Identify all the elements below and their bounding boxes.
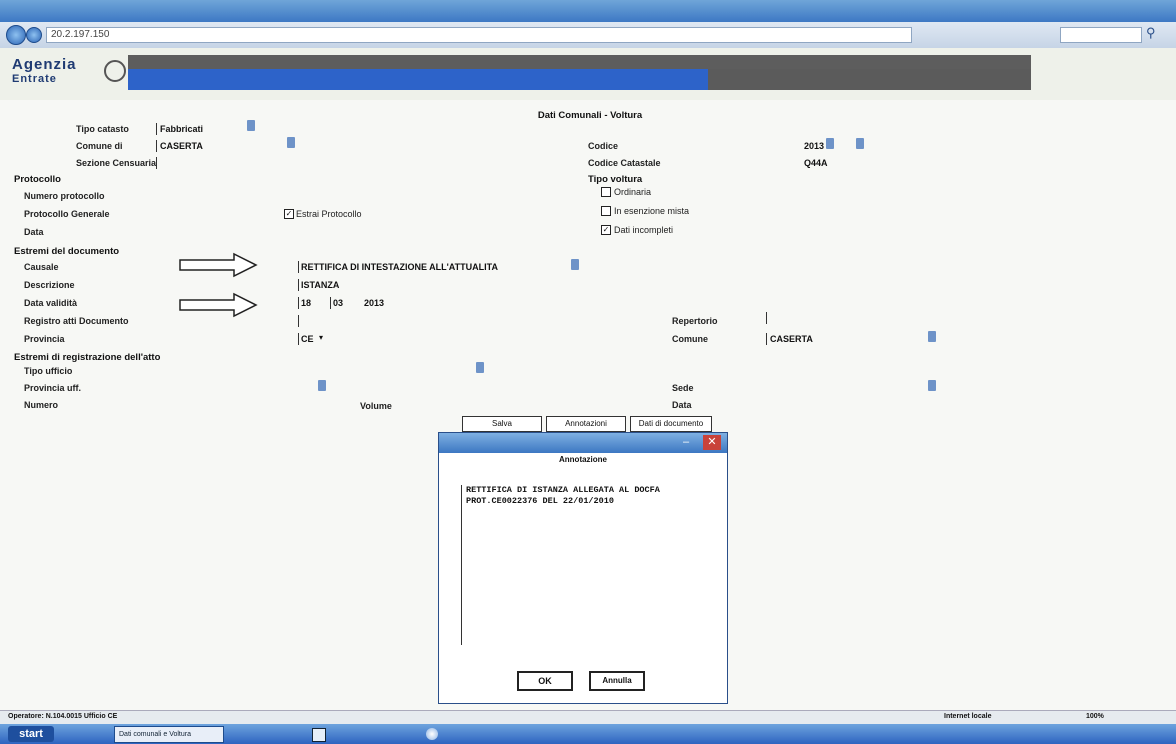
status-zone: Internet locale xyxy=(944,713,992,720)
checkbox-estrai-protocollo[interactable]: ✓ xyxy=(284,209,294,219)
picker-icon[interactable] xyxy=(826,138,834,149)
comune2-label: Comune xyxy=(672,334,708,344)
provincia-uff-label: Provincia uff. xyxy=(24,383,82,393)
tipo-catasto-label: Tipo catasto xyxy=(76,124,129,134)
minimize-icon[interactable]: – xyxy=(683,436,689,448)
data-label: Data xyxy=(24,227,44,237)
logo-line2: Entrate xyxy=(12,73,57,85)
forward-button[interactable] xyxy=(26,27,42,43)
tipo-ufficio-label: Tipo ufficio xyxy=(24,366,73,376)
data-year[interactable]: 2013 xyxy=(364,298,384,308)
picker-icon[interactable] xyxy=(571,259,579,270)
comune-label: Comune di xyxy=(76,141,123,151)
arrow-right-icon xyxy=(179,252,258,278)
registro-label: Registro atti Documento xyxy=(24,316,129,326)
active-tab[interactable] xyxy=(128,69,708,90)
comune2-value[interactable]: CASERTA xyxy=(770,334,813,344)
codice-label: Codice xyxy=(588,141,619,151)
annotazioni-button[interactable]: Annotazioni xyxy=(546,416,626,432)
codice-value[interactable]: 2013 xyxy=(804,141,824,151)
mista-label: In esenzione mista xyxy=(614,206,690,216)
taskbar-item[interactable]: Dati comunali e Voltura xyxy=(114,726,224,743)
window-titlebar xyxy=(0,0,1176,22)
dati-documento-button[interactable]: Dati di documento xyxy=(630,416,712,432)
protocollo-generale-label: Protocollo Generale xyxy=(24,209,110,219)
checkbox-mista[interactable] xyxy=(601,206,611,216)
dati-incompleti-label: Dati incompleti xyxy=(614,225,674,235)
start-button[interactable]: start xyxy=(8,726,54,742)
dialog-title: Annotazione xyxy=(559,455,607,464)
picker-icon[interactable] xyxy=(856,138,864,149)
estremi-documento-section: Estremi del documento xyxy=(14,246,120,257)
status-bar: Operatore: N.104.0015 Ufficio CE Interne… xyxy=(0,710,1176,725)
annulla-button[interactable]: Annulla xyxy=(589,671,645,691)
salva-button[interactable]: Salva xyxy=(462,416,542,432)
sede-label: Sede xyxy=(672,383,694,393)
numero-protocollo-label: Numero protocollo xyxy=(24,191,105,201)
provincia-label: Provincia xyxy=(24,334,65,344)
form-title: Dati Comunali - Voltura xyxy=(537,110,643,121)
causale-value[interactable]: RETTIFICA DI INTESTAZIONE ALL'ATTUALITA xyxy=(301,262,498,272)
search-icon[interactable]: ⚲ xyxy=(1146,25,1156,41)
picker-icon[interactable] xyxy=(247,120,255,131)
ordinaria-label: Ordinaria xyxy=(614,187,652,197)
ok-button[interactable]: OK xyxy=(517,671,573,691)
picker-icon[interactable] xyxy=(928,380,936,391)
picker-icon[interactable] xyxy=(928,331,936,342)
repertorio-label: Repertorio xyxy=(672,316,718,326)
zoom-control[interactable]: 100% xyxy=(1086,713,1104,720)
tipo-voltura-label: Tipo voltura xyxy=(588,174,643,185)
checkbox-ordinaria[interactable] xyxy=(601,187,611,197)
codice-catastale-value[interactable]: Q44A xyxy=(804,158,828,168)
close-icon[interactable]: ✕ xyxy=(703,435,721,450)
data-day[interactable]: 18 xyxy=(301,298,311,308)
registro-field[interactable] xyxy=(298,315,299,327)
codice-catastale-label: Codice Catastale xyxy=(588,158,661,168)
data-validita-label: Data validità xyxy=(24,298,78,308)
window-icon[interactable] xyxy=(312,728,326,742)
tipo-catasto-value[interactable]: Fabbricati xyxy=(160,124,203,134)
annotation-dialog: – ✕ Annotazione RETTIFICA DI ISTANZA ALL… xyxy=(438,432,728,704)
menu-bar[interactable] xyxy=(128,55,1031,69)
estremi-registrazione-section: Estremi di registrazione dell'atto xyxy=(14,352,161,363)
protocollo-section: Protocollo xyxy=(14,174,61,185)
volume-label: Volume xyxy=(360,401,392,411)
logo: Agenzia Entrate xyxy=(12,56,77,85)
picker-icon[interactable] xyxy=(476,362,484,373)
logo-mark-icon xyxy=(104,60,126,82)
annotation-textarea[interactable]: RETTIFICA DI ISTANZA ALLEGATA AL DOCFA P… xyxy=(461,485,716,645)
search-input[interactable] xyxy=(1060,27,1142,43)
arrow-right-icon xyxy=(179,292,258,318)
data2-label: Data xyxy=(672,400,692,410)
comune-value[interactable]: CASERTA xyxy=(160,141,203,151)
sezione-field[interactable] xyxy=(156,157,157,169)
annotation-line-1: RETTIFICA DI ISTANZA ALLEGATA AL DOCFA xyxy=(466,485,660,495)
data-month[interactable]: 03 xyxy=(333,298,343,308)
back-button[interactable] xyxy=(6,25,26,45)
numero-label: Numero xyxy=(24,400,59,410)
logo-line1: Agenzia xyxy=(12,56,77,73)
inactive-tab[interactable] xyxy=(708,69,1031,90)
address-input[interactable]: 20.2.197.150 xyxy=(46,27,912,43)
annotation-line-2: PROT.CE0022376 DEL 22/01/2010 xyxy=(466,496,614,506)
browser-icon[interactable] xyxy=(426,728,438,740)
repertorio-field[interactable] xyxy=(766,312,767,324)
causale-label: Causale xyxy=(24,262,59,272)
provincia-select[interactable]: CE xyxy=(301,334,314,344)
picker-icon[interactable] xyxy=(318,380,326,391)
status-operator: Operatore: N.104.0015 Ufficio CE xyxy=(8,713,118,720)
sezione-label: Sezione Censuaria xyxy=(76,158,157,168)
descrizione-label: Descrizione xyxy=(24,280,75,290)
picker-icon[interactable] xyxy=(287,137,295,148)
estrai-protocollo-label: Estrai Protocollo xyxy=(296,209,362,219)
descrizione-value[interactable]: ISTANZA xyxy=(301,280,339,290)
dropdown-arrow-icon[interactable]: ▾ xyxy=(319,333,323,342)
checkbox-dati-incompleti[interactable]: ✓ xyxy=(601,225,611,235)
